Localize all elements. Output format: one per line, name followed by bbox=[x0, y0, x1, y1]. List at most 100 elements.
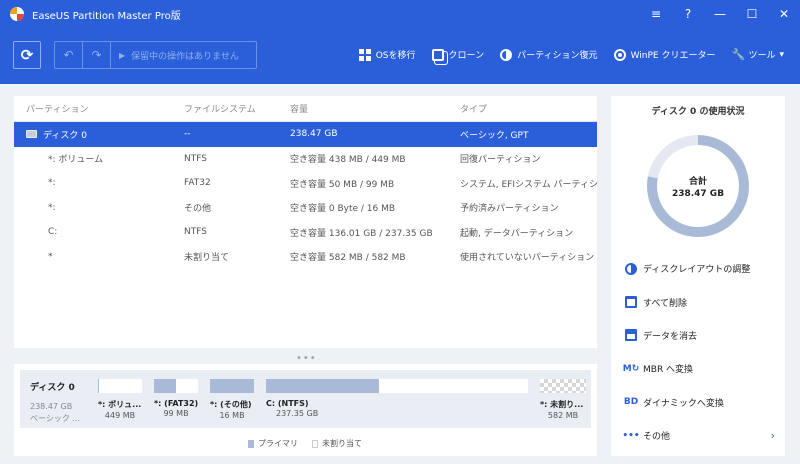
capacity-cell: 空き容量 582 MB / 582 MB bbox=[290, 253, 406, 264]
partition-label: *: (FAT32) bbox=[154, 399, 199, 408]
partition-name: ディスク 0 bbox=[43, 130, 87, 141]
more-button[interactable]: ••• その他 › bbox=[622, 419, 775, 452]
disk-map-legend: プライマリ 未割り当て bbox=[248, 438, 376, 449]
table-row[interactable]: C: NTFS 空き容量 136.01 GB / 237.35 GB 起動, デ… bbox=[14, 220, 597, 245]
partition-bar bbox=[210, 379, 254, 393]
capacity-cell: 空き容量 136.01 GB / 237.35 GB bbox=[290, 228, 433, 239]
maximize-button[interactable]: ☐ bbox=[736, 0, 768, 28]
adjust-disk-layout-button[interactable]: ディスクレイアウトの調整 bbox=[625, 252, 775, 285]
partition-block[interactable]: *: ボリュ... 449 MB bbox=[98, 379, 142, 421]
table-row[interactable]: *: その他 空き容量 0 Byte / 16 MB 予約済みパーティション bbox=[14, 196, 597, 221]
convert-to-mbr-button[interactable]: M↻ MBR へ変換 bbox=[623, 352, 775, 385]
partition-block[interactable]: *: (その他) 16 MB bbox=[210, 379, 254, 421]
partition-bar bbox=[154, 379, 198, 393]
partition-label: *: 未割り... bbox=[540, 400, 584, 409]
migrate-os-button[interactable]: OSを移行 bbox=[358, 48, 416, 61]
partition-usage-fill bbox=[98, 379, 100, 393]
tools-menu-button[interactable]: 🔧 ツール ▾ bbox=[731, 48, 784, 61]
action-label: すべて削除 bbox=[643, 298, 688, 309]
disk-usage-title: ディスク 0 の使用状況 bbox=[651, 107, 745, 117]
table-row[interactable]: ディスク 0 -- 238.47 GB ベーシック, GPT bbox=[14, 122, 597, 147]
disk-map-row[interactable]: ディスク 0 238.47 GB ベーシック ... *: ボリュ... 449… bbox=[20, 370, 591, 428]
partition-label: *: (その他) bbox=[210, 400, 252, 409]
close-button[interactable]: ✕ bbox=[768, 0, 800, 28]
table-header: パーティション ファイルシステム 容量 タイプ bbox=[14, 96, 597, 122]
table-row[interactable]: *: FAT32 空き容量 50 MB / 99 MB システム, EFIシステ… bbox=[14, 171, 597, 196]
partition-size: 99 MB bbox=[163, 409, 189, 418]
refresh-button[interactable]: ⟳ bbox=[13, 41, 41, 69]
type-cell: 予約済みパーティション bbox=[460, 204, 559, 215]
redo-icon: ↷ bbox=[91, 48, 102, 62]
partition-recovery-icon bbox=[500, 48, 513, 61]
action-label: ディスクレイアウトの調整 bbox=[643, 265, 751, 276]
minimize-button[interactable]: — bbox=[704, 0, 736, 28]
table-row[interactable]: *: ボリューム NTFS 空き容量 438 MB / 449 MB 回復パーテ… bbox=[14, 147, 597, 172]
legend-primary: プライマリ bbox=[248, 438, 298, 449]
filesystem-cell: NTFS bbox=[184, 227, 207, 238]
capacity-cell: 空き容量 0 Byte / 16 MB bbox=[290, 204, 396, 215]
delete-all-button[interactable]: すべて削除 bbox=[625, 285, 775, 318]
unallocated-bar bbox=[540, 379, 586, 393]
partition-block[interactable]: C: (NTFS) 237.35 GB bbox=[266, 379, 528, 421]
column-header-capacity[interactable]: 容量 bbox=[290, 102, 460, 115]
column-header-filesystem[interactable]: ファイルシステム bbox=[184, 102, 290, 115]
refresh-icon: ⟳ bbox=[20, 46, 34, 64]
clone-icon bbox=[431, 48, 444, 61]
windows-icon bbox=[358, 48, 371, 61]
total-label: 合計 bbox=[688, 176, 707, 187]
action-label: その他 bbox=[643, 432, 671, 443]
apply-button[interactable]: ▶ 保留中の操作はありません bbox=[111, 49, 239, 62]
disk-layout-icon bbox=[625, 262, 637, 275]
app-title: EaseUS Partition Master Pro版 bbox=[32, 10, 181, 22]
donut-center: 合計 238.47 GB bbox=[657, 145, 739, 227]
partition-block[interactable]: *: 未割り... 582 MB bbox=[540, 379, 586, 421]
legend-swatch-primary bbox=[248, 439, 254, 448]
partition-usage-fill bbox=[154, 379, 176, 393]
partition-label: *: ボリュ... bbox=[98, 400, 142, 409]
tools-label: ツール bbox=[748, 51, 776, 61]
wipe-data-icon bbox=[625, 329, 637, 342]
column-header-type[interactable]: タイプ bbox=[460, 102, 597, 115]
convert-to-dynamic-button[interactable]: BD ダイナミックへ変換 bbox=[624, 386, 775, 419]
help-icon[interactable]: ? bbox=[672, 0, 704, 28]
resize-handle[interactable]: ••• bbox=[296, 353, 317, 364]
legend-unallocated-label: 未割り当て bbox=[322, 439, 362, 448]
winpe-creator-button[interactable]: WinPE クリエーター bbox=[613, 48, 716, 61]
type-cell: 使用されていないパーティション bbox=[460, 253, 595, 264]
partition-name: * bbox=[48, 251, 53, 262]
total-value: 238.47 GB bbox=[671, 188, 725, 199]
partition-label: C: (NTFS) bbox=[266, 399, 309, 408]
migrate-os-label: OSを移行 bbox=[375, 51, 416, 61]
action-label: MBR へ変換 bbox=[643, 365, 694, 376]
main-area: パーティション ファイルシステム 容量 タイプ ディスク 0 -- 238.47… bbox=[0, 84, 800, 464]
menu-icon[interactable]: ≡ bbox=[640, 0, 672, 28]
winpe-icon bbox=[613, 48, 626, 61]
toolbar-actions: OSを移行 クローン パーティション復元 WinPE クリエーター 🔧 ツール … bbox=[343, 48, 784, 61]
trash-icon bbox=[625, 296, 637, 309]
filesystem-cell: その他 bbox=[184, 204, 212, 215]
filesystem-cell: 未割り当て bbox=[184, 253, 230, 264]
clone-button[interactable]: クローン bbox=[431, 48, 484, 61]
chevron-down-icon: ▾ bbox=[779, 49, 784, 60]
disk-map-panel: ディスク 0 238.47 GB ベーシック ... *: ボリュ... 449… bbox=[14, 364, 597, 456]
redo-button[interactable]: ↷ bbox=[83, 42, 111, 68]
capacity-cell: 空き容量 50 MB / 99 MB bbox=[290, 179, 395, 190]
disk-size: 238.47 GB bbox=[30, 402, 73, 411]
undo-icon: ↶ bbox=[63, 48, 74, 62]
partition-block[interactable]: *: (FAT32) 99 MB bbox=[154, 379, 198, 421]
column-header-partition[interactable]: パーティション bbox=[14, 102, 184, 115]
wipe-data-button[interactable]: データを消去 bbox=[625, 319, 775, 352]
capacity-cell: 238.47 GB bbox=[290, 129, 338, 140]
partition-recovery-button[interactable]: パーティション復元 bbox=[500, 48, 598, 61]
undo-button[interactable]: ↶ bbox=[55, 42, 83, 68]
filesystem-cell: FAT32 bbox=[184, 178, 211, 189]
partition-usage-fill bbox=[266, 379, 379, 393]
winpe-creator-label: WinPE クリエーター bbox=[630, 51, 716, 61]
table-row[interactable]: * 未割り当て 空き容量 582 MB / 582 MB 使用されていないパーテ… bbox=[14, 245, 597, 270]
partition-size: 16 MB bbox=[219, 411, 245, 420]
pending-operations-box: ↶ ↷ ▶ 保留中の操作はありません bbox=[54, 41, 257, 69]
legend-swatch-unallocated bbox=[312, 439, 318, 448]
partition-size: 237.35 GB bbox=[276, 409, 319, 418]
apply-label: 保留中の操作はありません bbox=[131, 51, 239, 62]
disk-icon bbox=[26, 130, 37, 139]
